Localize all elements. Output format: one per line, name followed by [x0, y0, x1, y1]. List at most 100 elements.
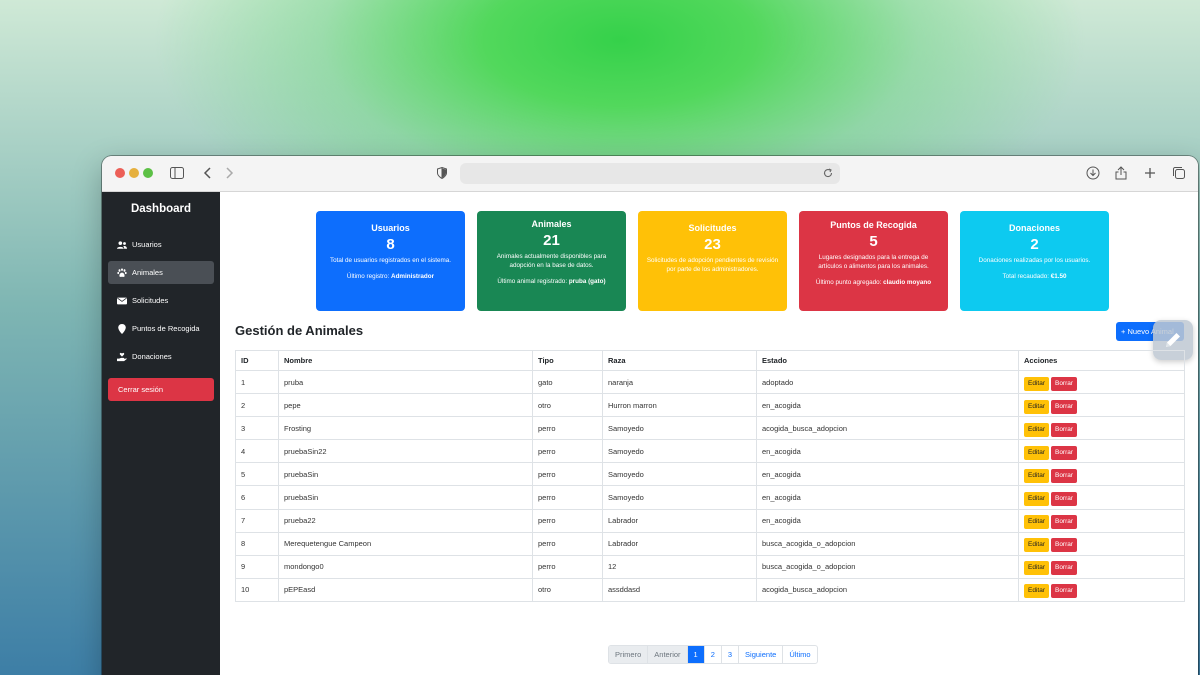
- card-animales[interactable]: Animales 21 Animales actualmente disponi…: [477, 211, 626, 311]
- edit-button[interactable]: Editar: [1024, 561, 1049, 576]
- cell-acciones: Editar Borrar: [1018, 577, 1185, 602]
- card-footer-value: claudio moyano: [883, 279, 932, 286]
- pagination: Primero Anterior 1 2 3 Siguiente Último: [608, 645, 818, 664]
- new-tab-icon[interactable]: [1140, 163, 1160, 183]
- back-icon[interactable]: [197, 163, 217, 183]
- card-footer-value: Administrador: [391, 273, 435, 280]
- sidebar-item-solicitudes[interactable]: Solicitudes: [108, 289, 214, 312]
- delete-button[interactable]: Borrar: [1050, 538, 1078, 553]
- reload-icon[interactable]: [820, 165, 836, 181]
- delete-button[interactable]: Borrar: [1050, 422, 1078, 437]
- cell-id: 10: [235, 577, 279, 602]
- delete-button[interactable]: Borrar: [1050, 399, 1078, 414]
- sidebar-item-donaciones[interactable]: Donaciones: [108, 345, 214, 368]
- sidebar-toggle-icon[interactable]: [167, 163, 187, 183]
- delete-button[interactable]: Borrar: [1050, 376, 1078, 391]
- pagination-next[interactable]: Siguiente: [739, 646, 784, 663]
- edit-button[interactable]: Editar: [1024, 584, 1049, 599]
- close-window-button[interactable]: [115, 168, 125, 178]
- cell-id: 6: [235, 485, 279, 510]
- card-footer-label: Último animal registrado:: [497, 278, 568, 285]
- edit-button[interactable]: Editar: [1024, 445, 1049, 460]
- cell-tipo: otro: [532, 393, 603, 418]
- cell-estado: adoptado: [756, 369, 1019, 395]
- pagination-last[interactable]: Último: [783, 646, 816, 663]
- delete-button[interactable]: Borrar: [1050, 561, 1078, 576]
- table-row: 2 pepe otro Hurron marron en_acogida Editar Bo…: [235, 393, 1185, 418]
- cell-tipo: perro: [532, 439, 603, 464]
- delete-button[interactable]: Borrar: [1050, 584, 1078, 599]
- cell-tipo: perro: [532, 485, 603, 510]
- cell-estado: en_acogida: [756, 485, 1019, 510]
- sidebar-item-animales[interactable]: Animales: [108, 261, 214, 284]
- hand-holding-heart-icon: [117, 352, 127, 361]
- maximize-window-button[interactable]: [143, 168, 153, 178]
- edit-button[interactable]: Editar: [1024, 538, 1049, 553]
- delete-button[interactable]: Borrar: [1050, 515, 1078, 530]
- sidebar-item-label: Animales: [132, 268, 163, 277]
- pagination-page-3[interactable]: 3: [722, 646, 740, 663]
- delete-button[interactable]: Borrar: [1050, 445, 1078, 460]
- sidebar-item-usuarios[interactable]: Usuarios: [108, 233, 214, 256]
- cell-estado: acogida_busca_adopcion: [756, 577, 1019, 602]
- url-bar[interactable]: [460, 163, 840, 184]
- edit-button[interactable]: Editar: [1024, 468, 1049, 483]
- header-estado[interactable]: Estado: [756, 350, 1019, 371]
- table-row: 1 pruba gato naranja adoptado Editar Borrar: [235, 369, 1185, 395]
- cell-acciones: Editar Borrar: [1018, 462, 1185, 487]
- sidebar-item-label: Puntos de Recogida: [132, 324, 200, 333]
- header-raza[interactable]: Raza: [602, 350, 757, 371]
- header-id[interactable]: ID: [235, 350, 279, 371]
- stats-cards: Usuarios 8 Total de usuarios registrados…: [316, 211, 1109, 311]
- header-acciones: Acciones: [1018, 350, 1185, 371]
- tabs-overview-icon[interactable]: [1169, 163, 1189, 183]
- card-donaciones[interactable]: Donaciones 2 Donaciones realizadas por l…: [960, 211, 1109, 311]
- edit-button[interactable]: Editar: [1024, 399, 1049, 414]
- edit-button[interactable]: Editar: [1024, 422, 1049, 437]
- header-tipo[interactable]: Tipo: [532, 350, 603, 371]
- cell-estado: en_acogida: [756, 439, 1019, 464]
- shield-icon[interactable]: [432, 163, 452, 183]
- cell-raza: Samoyedo: [602, 416, 757, 441]
- edit-button[interactable]: Editar: [1024, 515, 1049, 530]
- card-footer-label: Último punto agregado:: [815, 279, 882, 286]
- card-footer-value: pruba (gato): [568, 278, 606, 285]
- logout-button[interactable]: Cerrar sesión: [108, 378, 214, 401]
- cell-estado: busca_acogida_o_adopcion: [756, 531, 1019, 556]
- card-puntos-de-recogida[interactable]: Puntos de Recogida 5 Lugares designados …: [799, 211, 948, 311]
- cell-acciones: Editar Borrar: [1018, 485, 1185, 510]
- minimize-window-button[interactable]: [129, 168, 139, 178]
- delete-button[interactable]: Borrar: [1050, 468, 1078, 483]
- card-usuarios[interactable]: Usuarios 8 Total de usuarios registrados…: [316, 211, 465, 311]
- header-nombre[interactable]: Nombre: [278, 350, 533, 371]
- card-footer: Último punto agregado: claudio moyano: [807, 279, 940, 286]
- pagination-prev: Anterior: [648, 646, 688, 663]
- forward-icon[interactable]: [220, 163, 240, 183]
- edit-button[interactable]: Editar: [1024, 376, 1049, 391]
- share-icon[interactable]: [1111, 163, 1131, 183]
- sidebar-item-label: Solicitudes: [132, 296, 169, 305]
- cell-acciones: Editar Borrar: [1018, 369, 1185, 395]
- delete-button[interactable]: Borrar: [1050, 492, 1078, 507]
- card-solicitudes[interactable]: Solicitudes 23 Solicitudes de adopción p…: [638, 211, 787, 311]
- table-row: 6 pruebaSin perro Samoyedo en_acogida Editar B…: [235, 485, 1185, 510]
- sidebar-item-label: Usuarios: [132, 240, 162, 249]
- cell-acciones: Editar Borrar: [1018, 439, 1185, 464]
- cell-acciones: Editar Borrar: [1018, 554, 1185, 579]
- cell-tipo: perro: [532, 416, 603, 441]
- pagination-page-1[interactable]: 1: [687, 646, 705, 663]
- card-number: 23: [704, 236, 721, 253]
- sidebar-title: Dashboard: [130, 203, 192, 215]
- cell-acciones: Editar Borrar: [1018, 393, 1185, 418]
- cell-raza: Samoyedo: [602, 439, 757, 464]
- card-title: Puntos de Recogida: [830, 220, 917, 230]
- cell-estado: en_acogida: [756, 462, 1019, 487]
- pagination-page-2[interactable]: 2: [705, 646, 722, 663]
- cell-nombre: pruebaSin22: [278, 439, 533, 464]
- sidebar-item-puntos-de-recogida[interactable]: Puntos de Recogida: [108, 317, 214, 340]
- edit-button[interactable]: Editar: [1024, 492, 1049, 507]
- cell-raza: Samoyedo: [602, 485, 757, 510]
- cell-id: 8: [235, 531, 279, 556]
- download-icon[interactable]: [1083, 163, 1103, 183]
- card-title: Donaciones: [1008, 223, 1060, 233]
